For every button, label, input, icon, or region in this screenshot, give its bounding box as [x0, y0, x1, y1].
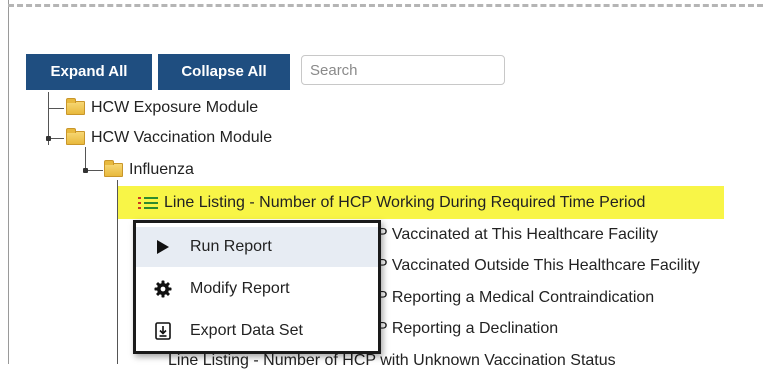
gear-icon	[152, 278, 174, 300]
tree-node-label: Influenza	[129, 161, 194, 178]
folder-icon	[104, 160, 123, 177]
tree-node-label: Line Listing - Number of HCP with Unknow…	[168, 352, 616, 369]
report-list-icon	[138, 195, 158, 211]
tree-node-label: Line Listing - Number of HCP Working Dur…	[164, 194, 646, 211]
menu-item-export-data-set[interactable]: Export Data Set	[136, 311, 378, 351]
tree-node-report-vaccinated-here[interactable]: P Vaccinated at This Healthcare Facility	[377, 222, 658, 248]
tree-node-hcw-vaccination-module[interactable]: HCW Vaccination Module	[66, 125, 272, 151]
play-icon	[152, 236, 174, 258]
menu-item-label: Export Data Set	[190, 322, 303, 339]
tree-node-label: HCW Vaccination Module	[91, 129, 273, 146]
tree-node-label: HCW Exposure Module	[91, 99, 259, 116]
menu-item-run-report[interactable]: Run Report	[136, 227, 378, 267]
menu-item-label: Run Report	[190, 238, 272, 255]
tree-node-report-declination[interactable]: P Reporting a Declination	[377, 316, 558, 342]
tree-connector	[48, 108, 64, 109]
tree-node-hcw-exposure-module[interactable]: HCW Exposure Module	[66, 95, 258, 121]
tree-expander[interactable]	[46, 136, 51, 141]
folder-icon	[66, 128, 85, 145]
tree-node-label: P Vaccinated Outside This Healthcare Fac…	[377, 257, 700, 274]
tree-node-label: P Reporting a Medical Contraindication	[377, 289, 655, 306]
tree-node-report-medical-contraindication[interactable]: P Reporting a Medical Contraindication	[377, 285, 654, 311]
tree-node-label: P Reporting a Declination	[377, 320, 559, 337]
tree-expander[interactable]	[83, 168, 88, 173]
menu-item-modify-report[interactable]: Modify Report	[136, 269, 378, 309]
tree-node-report-hcp-working[interactable]: Line Listing - Number of HCP Working Dur…	[138, 190, 645, 216]
folder-icon	[66, 98, 85, 115]
menu-item-label: Modify Report	[190, 280, 290, 297]
context-menu: Run Report Modify Report Export Data Set	[133, 220, 381, 354]
tree-node-influenza[interactable]: Influenza	[104, 157, 194, 183]
report-tree: HCW Exposure Module HCW Vaccination Modu…	[0, 0, 763, 369]
tree-node-report-vaccinated-outside[interactable]: P Vaccinated Outside This Healthcare Fac…	[377, 253, 700, 279]
export-icon	[152, 320, 174, 342]
tree-node-label: P Vaccinated at This Healthcare Facility	[377, 226, 659, 243]
